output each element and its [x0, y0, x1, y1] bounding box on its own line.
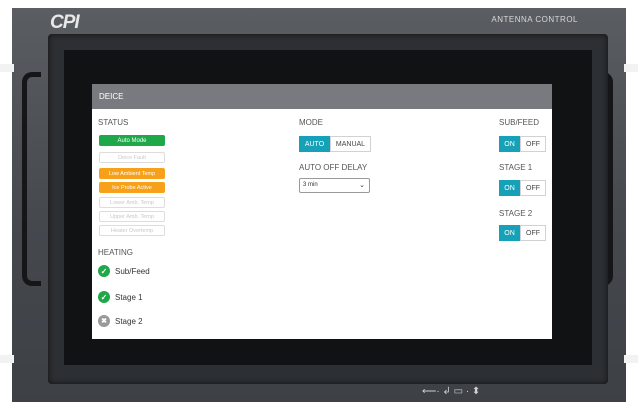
stage1-on-button[interactable]: ON: [499, 180, 520, 196]
heating-item-subfeed: ✓ Sub/Feed: [98, 264, 150, 278]
status-badge-deice-fault: Deice Fault: [99, 152, 165, 163]
stage2-off-button[interactable]: OFF: [520, 225, 546, 241]
auto-off-delay-heading: AUTO OFF DELAY: [299, 163, 368, 172]
auto-off-delay-select[interactable]: 3 min ⌄: [299, 178, 370, 193]
stage1-off-button[interactable]: OFF: [520, 180, 546, 196]
stage1-toggle: ON OFF: [499, 180, 546, 196]
left-handle: [22, 72, 41, 286]
rack-notch: [624, 355, 638, 363]
status-heading: STATUS: [98, 118, 129, 127]
status-badge-low-ambient: Low Ambient Temp: [99, 168, 165, 179]
rack-notch: [0, 355, 14, 363]
mode-heading: MODE: [299, 118, 323, 127]
brand-logo: CPI: [50, 12, 80, 33]
stage2-heading: STAGE 2: [499, 209, 533, 218]
check-icon: ✓: [98, 265, 110, 277]
heating-item-stage2: ✖ Stage 2: [98, 314, 143, 328]
deice-panel: DEICE STATUS Auto Mode Deice Fault Low A…: [92, 84, 552, 339]
device-model-label: ANTENNA CONTROL: [491, 15, 578, 24]
status-badge-upper-amb: Upper Amb. Temp: [99, 211, 165, 222]
panel-title: DEICE: [92, 84, 552, 109]
stage1-heading: STAGE 1: [499, 163, 533, 172]
subfeed-off-button[interactable]: OFF: [520, 136, 546, 152]
mode-manual-button[interactable]: MANUAL: [330, 136, 371, 152]
subfeed-toggle: ON OFF: [499, 136, 546, 152]
front-ports: ⟵· ↲ ▭ · ⬍: [422, 386, 481, 397]
subfeed-heading: SUB/FEED: [499, 118, 540, 127]
heating-heading: HEATING: [98, 248, 133, 257]
chevron-down-icon: ⌄: [359, 182, 365, 189]
stage2-on-button[interactable]: ON: [499, 225, 520, 241]
status-badge-lower-amb: Lower Amb. Temp: [99, 197, 165, 208]
status-badge-heater-overtemp: Heater Overtemp: [99, 225, 165, 236]
rack-notch: [624, 64, 638, 72]
status-badge-ice-probe: Ice Probe Active: [99, 182, 165, 193]
heating-item-stage1: ✓ Stage 1: [98, 290, 143, 304]
x-icon: ✖: [98, 315, 110, 327]
subfeed-on-button[interactable]: ON: [499, 136, 520, 152]
heating-item-label: Stage 2: [115, 316, 143, 326]
check-icon: ✓: [98, 291, 110, 303]
status-badge-auto-mode: Auto Mode: [99, 135, 165, 146]
heating-item-label: Stage 1: [115, 292, 143, 302]
auto-off-delay-value: 3 min: [303, 182, 318, 188]
mode-selector: AUTO MANUAL: [299, 136, 371, 152]
stage2-toggle: ON OFF: [499, 225, 546, 241]
rack-notch: [0, 64, 14, 72]
mode-auto-button[interactable]: AUTO: [299, 136, 330, 152]
heating-item-label: Sub/Feed: [115, 266, 150, 276]
